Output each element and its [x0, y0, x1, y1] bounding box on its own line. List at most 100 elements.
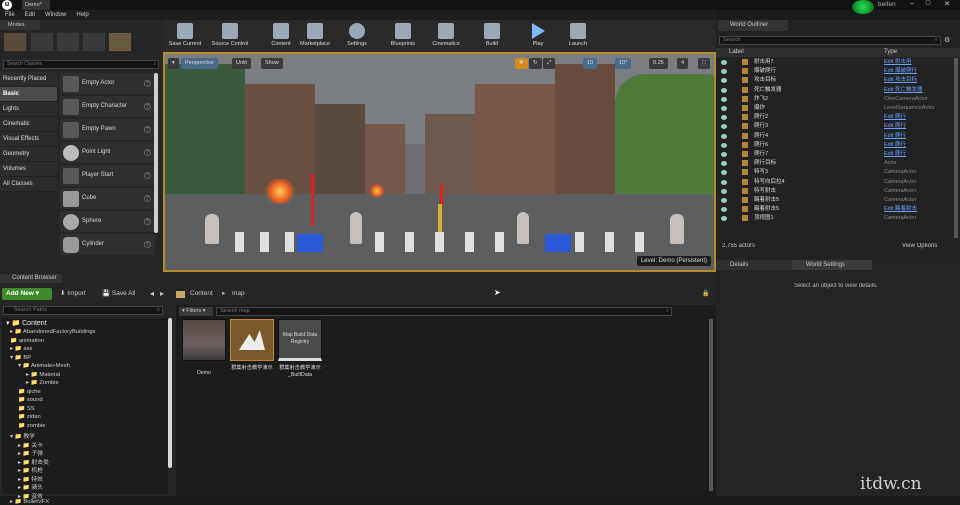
outliner-row[interactable]: 射击用7 Edit 射击用	[716, 58, 960, 67]
row-type[interactable]: Edit 爬行	[884, 141, 906, 150]
import-button[interactable]: ⬇ Import	[60, 288, 86, 300]
play-button[interactable]: Play	[523, 20, 553, 52]
help-icon[interactable]: ?	[144, 172, 151, 179]
asset-search-input[interactable]: Search map ⌕	[216, 307, 672, 316]
level-viewport[interactable]: ▾ Perspective Unlit Show ✥ ↻ ⤢ 10 10° 0.…	[163, 52, 716, 272]
visibility-eye-icon[interactable]	[721, 152, 727, 157]
place-player-start[interactable]: Player Start?	[60, 165, 155, 187]
perspective-button[interactable]: Perspective	[181, 58, 218, 69]
category-lights[interactable]: Lights	[0, 102, 57, 117]
level-tab[interactable]: Demo*	[22, 0, 50, 10]
outliner-row[interactable]: 爬行目标 Actor	[716, 159, 960, 168]
tree-item[interactable]: ▸ 📁 AbandonedFactoryBuildings	[10, 329, 96, 335]
show-button[interactable]: Show	[261, 58, 283, 69]
visibility-eye-icon[interactable]	[721, 69, 727, 75]
help-icon[interactable]: ?	[144, 218, 151, 225]
outliner-row[interactable]: 爬行7 Edit 爬行	[716, 150, 960, 159]
tree-item[interactable]: ▾ 📁 Animate+Mesh	[18, 363, 70, 369]
content-button[interactable]: Content	[266, 20, 296, 52]
outliner-row[interactable]: 炸飞2 CineCameraActor	[716, 95, 960, 104]
tree-scrollbar[interactable]	[168, 318, 172, 468]
outliner-row[interactable]: 爆炸 LevelSequenceActor	[716, 104, 960, 113]
row-type[interactable]: Edit 爬行	[884, 150, 906, 159]
row-type[interactable]: Edit 踢着射击	[884, 205, 917, 214]
cinematics-button[interactable]: Cinematics	[427, 20, 465, 52]
asset-thumbnail-level[interactable]	[230, 319, 274, 361]
settings-button[interactable]: Settings	[341, 20, 373, 52]
col-label[interactable]: Label	[729, 48, 744, 57]
row-type[interactable]: Edit 爆破爬行	[884, 67, 917, 76]
foliage-mode-icon[interactable]	[82, 32, 106, 52]
visibility-eye-icon[interactable]	[721, 78, 727, 84]
scale-icon[interactable]: ⤢	[543, 58, 556, 69]
outliner-row[interactable]: 特写向后拉4 CameraActor	[716, 178, 960, 187]
tree-item[interactable]: 📁 zombie	[18, 423, 46, 429]
category-volumes[interactable]: Volumes	[0, 162, 57, 177]
row-type[interactable]: Edit 爬行	[884, 113, 906, 122]
category-cinematic[interactable]: Cinematic	[0, 117, 57, 132]
rotate-icon[interactable]: ↻	[529, 58, 542, 69]
paint-mode-icon[interactable]	[30, 32, 54, 52]
category-geometry[interactable]: Geometry	[0, 147, 57, 162]
maximize-button[interactable]: □	[922, 0, 934, 10]
outliner-row[interactable]: 爬行4 Edit 爬行	[716, 132, 960, 141]
outliner-row[interactable]: 特写射击 CameraActor	[716, 187, 960, 196]
modes-tab[interactable]: Modes	[0, 20, 40, 30]
tree-item[interactable]: 📁 sound	[18, 397, 43, 403]
place-sphere[interactable]: Sphere?	[60, 211, 155, 233]
filters-button[interactable]: ▾ Filters ▾	[179, 307, 213, 316]
notification-icon[interactable]	[852, 0, 874, 14]
add-new-button[interactable]: Add New ▾	[2, 288, 52, 300]
tree-item[interactable]: ▾ 📁 Content	[6, 319, 47, 327]
visibility-eye-icon[interactable]	[721, 60, 727, 65]
outliner-row[interactable]: 顶视图1 CameraActor	[716, 214, 960, 223]
outliner-row[interactable]: 攻击目标 Edit 攻击目标	[716, 76, 960, 85]
modes-scrollbar[interactable]	[154, 73, 158, 233]
place-point-light[interactable]: Point Light?	[60, 142, 155, 164]
outliner-row[interactable]: 爬行2 Edit 爬行	[716, 113, 960, 122]
outliner-row[interactable]: 死亡触发器 Edit 死亡触发器	[716, 86, 960, 95]
outliner-row[interactable]: 踢着射击5 Edit 踢着射击	[716, 205, 960, 214]
visibility-eye-icon[interactable]	[721, 188, 727, 194]
tree-item[interactable]: ▾ 📁 BP	[10, 355, 31, 361]
tree-item[interactable]: 📁 SS	[18, 406, 35, 412]
row-type[interactable]: Edit 爬行	[884, 132, 906, 141]
tree-item[interactable]: 📁 zidan	[18, 414, 41, 420]
outliner-search-input[interactable]: Search ⌕	[719, 36, 941, 45]
col-type[interactable]: Type	[884, 48, 897, 57]
help-icon[interactable]: ?	[144, 149, 151, 156]
visibility-eye-icon[interactable]	[721, 115, 727, 121]
visibility-eye-icon[interactable]	[721, 161, 727, 167]
category-all-classes[interactable]: All Classes	[0, 177, 57, 192]
scale-snap-button[interactable]: 0.25	[649, 58, 668, 69]
asset-thumbnail-builtdata[interactable]: Map Build Data Registry	[278, 319, 322, 361]
row-type[interactable]: Edit 攻击目标	[884, 76, 917, 85]
category-visual-effects[interactable]: Visual Effects	[0, 132, 57, 147]
visibility-eye-icon[interactable]	[721, 216, 727, 222]
lighting-button[interactable]: Unlit	[232, 58, 252, 69]
place-cube[interactable]: Cube?	[60, 188, 155, 210]
tree-item[interactable]: ▸ 📁 ass	[10, 346, 32, 352]
maximize-viewport-icon[interactable]: ⛶	[698, 58, 710, 69]
help-icon[interactable]: ?	[144, 126, 151, 133]
menu-file[interactable]: File	[0, 10, 20, 20]
breadcrumb-map[interactable]: map	[232, 288, 245, 300]
menu-window[interactable]: Window	[40, 10, 71, 20]
row-type[interactable]: Edit 死亡触发器	[884, 86, 923, 95]
forward-arrow-icon[interactable]: ▸	[160, 288, 164, 300]
outliner-row[interactable]: 踢着射击5 CameraActor	[716, 196, 960, 205]
tree-item[interactable]: ▸ 📁 BulletVFX	[10, 499, 49, 505]
outliner-row[interactable]: 特写3 CameraActor	[716, 168, 960, 177]
view-options-button[interactable]: View Options	[902, 243, 937, 249]
visibility-eye-icon[interactable]	[721, 87, 727, 93]
lock-icon[interactable]: 🔒	[702, 290, 709, 297]
tree-item[interactable]: 📁 qiche	[18, 389, 41, 395]
place-empty-character[interactable]: Empty Character?	[60, 96, 155, 118]
landscape-mode-icon[interactable]	[56, 32, 80, 52]
blueprints-button[interactable]: Blueprints	[385, 20, 421, 52]
breadcrumb-content[interactable]: Content	[190, 288, 213, 300]
minimize-button[interactable]: –	[906, 0, 918, 10]
visibility-eye-icon[interactable]	[721, 170, 727, 176]
camera-speed-button[interactable]: 4	[677, 58, 689, 69]
visibility-eye-icon[interactable]	[721, 142, 727, 148]
